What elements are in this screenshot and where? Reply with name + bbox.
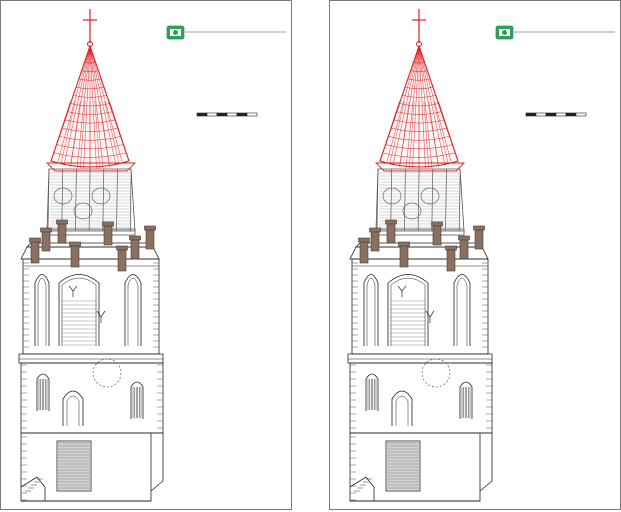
cornice-band xyxy=(18,353,164,364)
upper-storey xyxy=(349,242,489,355)
chimney-finial xyxy=(385,219,397,244)
arch-opening xyxy=(124,274,142,346)
ground-storey xyxy=(20,432,164,502)
cornice-band xyxy=(347,353,493,364)
scale-bar-icon xyxy=(525,112,587,117)
arch-opening xyxy=(453,274,471,346)
chimney-finial xyxy=(369,227,381,252)
drawing-sheet-left xyxy=(0,0,292,510)
chimney-finial xyxy=(69,241,81,268)
middle-storey xyxy=(349,358,493,434)
chimney-finial xyxy=(358,237,370,264)
chimney-finial xyxy=(116,245,128,272)
arch-opening xyxy=(34,274,50,346)
arch-opening xyxy=(58,274,100,346)
chimney-finial xyxy=(473,225,485,250)
chimney-finial xyxy=(40,227,52,252)
chimney-finial xyxy=(398,241,410,268)
chimney-finial xyxy=(431,221,443,246)
middle-storey xyxy=(20,358,164,434)
upper-storey xyxy=(20,242,160,355)
spire-roof xyxy=(374,44,466,172)
chimney-finial xyxy=(102,221,114,246)
arch-opening xyxy=(363,274,379,346)
door xyxy=(385,440,421,492)
chimney-finial xyxy=(129,235,141,260)
cross-icon xyxy=(412,9,426,47)
chimney-finial xyxy=(445,245,457,272)
door xyxy=(56,440,92,492)
chimney-finial xyxy=(144,225,156,250)
drawing-sheet-right xyxy=(329,0,621,510)
chimney-finial xyxy=(458,235,470,260)
chimney-finial xyxy=(29,237,41,264)
ground-storey xyxy=(349,432,493,502)
cross-icon xyxy=(83,9,97,47)
spire-roof xyxy=(45,44,137,172)
arch-opening xyxy=(387,274,429,346)
institution-logo-icon xyxy=(495,25,514,40)
institution-logo-icon xyxy=(166,25,185,40)
scale-bar-icon xyxy=(196,112,258,117)
chimney-finial xyxy=(56,219,68,244)
bell-tower-drawing xyxy=(18,9,286,502)
bell-tower-drawing xyxy=(347,9,615,502)
